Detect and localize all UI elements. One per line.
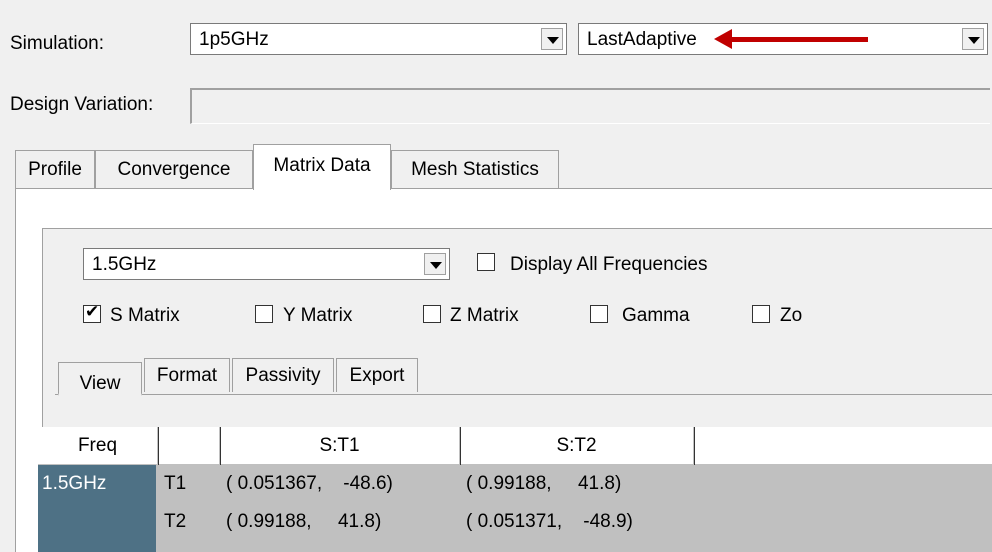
zo-label: Zo [780,305,803,326]
z-matrix-checkbox[interactable] [423,305,441,323]
grid-header-separator [158,427,159,465]
subtab-view-label: View [79,373,121,394]
s-t2-cell: ( 0.99188, 41.8) [466,473,622,494]
table-row[interactable]: 1.5GHz T1 ( 0.051367, -48.6) ( 0.99188, … [38,465,992,503]
freq-cell[interactable]: 1.5GHz [38,465,156,503]
frequency-value: 1.5GHz [92,254,157,275]
tab-matrix-data[interactable]: Matrix Data [253,144,391,190]
display-all-frequencies-label: Display All Frequencies [510,254,708,275]
grid-header-port[interactable] [158,427,220,465]
tab-mesh-statistics[interactable]: Mesh Statistics [391,150,559,188]
grid-header-s-t1-label: S:T1 [319,435,360,456]
subtab-baseline [55,394,992,395]
tab-profile-label: Profile [28,159,82,180]
grid-header-s-t2-label: S:T2 [556,435,597,456]
s-matrix-checkbox[interactable] [83,302,101,323]
grid-header-s-t1[interactable]: S:T1 [220,427,460,465]
gamma-label: Gamma [622,305,690,326]
annotation-arrow-icon [714,29,868,49]
port-cell: T2 [164,511,187,532]
gamma-checkbox[interactable] [590,305,608,323]
tab-mesh-statistics-label: Mesh Statistics [411,159,539,180]
subtab-format[interactable]: Format [144,358,230,392]
simulation-label: Simulation: [10,33,104,54]
grid-header-s-t2[interactable]: S:T2 [460,427,694,465]
subtab-view[interactable]: View [58,362,142,396]
table-row[interactable]: T2 ( 0.99188, 41.8) ( 0.051371, -48.9) [38,503,992,541]
frequency-dropdown[interactable]: 1.5GHz [83,248,450,280]
tab-convergence-label: Convergence [117,159,231,180]
s-t1-cell: ( 0.99188, 41.8) [226,511,382,532]
tab-matrix-data-label: Matrix Data [273,155,371,176]
grid-header-empty [694,427,992,465]
simulation-pass-value: LastAdaptive [587,29,697,50]
design-variation-field[interactable] [190,88,990,124]
subtab-passivity-label: Passivity [245,365,321,386]
simulation-setup-value: 1p5GHz [199,29,269,50]
chevron-down-icon[interactable] [962,28,984,50]
grid-header-separator [694,427,695,465]
tab-profile[interactable]: Profile [15,150,95,188]
grid-header-separator [460,427,461,465]
subtab-passivity[interactable]: Passivity [232,358,334,392]
s-t2-cell: ( 0.051371, -48.9) [466,511,633,532]
freq-cell-label: 1.5GHz [42,473,107,494]
s-matrix-label: S Matrix [110,305,180,326]
grid-header-freq-label: Freq [77,435,118,456]
port-cell: T1 [164,473,187,494]
chevron-down-icon[interactable] [541,28,563,50]
subtab-export-label: Export [349,365,405,386]
zo-checkbox[interactable] [752,305,770,323]
y-matrix-checkbox[interactable] [255,305,273,323]
display-all-frequencies-checkbox[interactable] [477,253,495,271]
y-matrix-label: Y Matrix [283,305,353,326]
s-t1-cell: ( 0.051367, -48.6) [226,473,393,494]
chevron-down-icon[interactable] [424,253,446,275]
tab-convergence[interactable]: Convergence [95,150,253,188]
simulation-setup-dropdown[interactable]: 1p5GHz [190,23,567,55]
design-variation-label: Design Variation: [10,94,154,115]
freq-cell[interactable] [38,503,156,541]
grid-header-separator [220,427,221,465]
freq-cell [38,541,156,552]
z-matrix-label: Z Matrix [450,305,519,326]
grid-header-freq[interactable]: Freq [38,427,158,465]
subtab-format-label: Format [156,365,218,386]
subtab-export[interactable]: Export [336,358,418,392]
table-row [38,541,992,552]
